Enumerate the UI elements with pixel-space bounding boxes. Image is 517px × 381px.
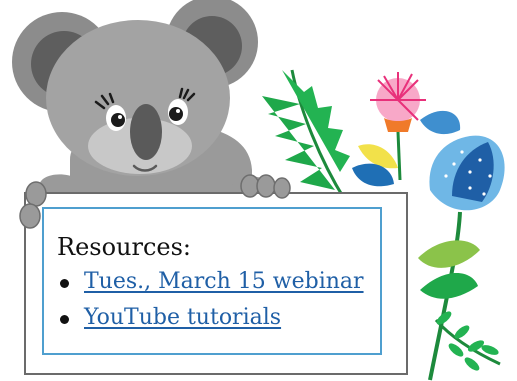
resources-link-list: Tues., March 15 webinar YouTube tutorial… [60, 271, 364, 343]
bullet-icon [60, 279, 69, 288]
resources-card: Resources: Tues., March 15 webinar YouTu… [0, 0, 517, 381]
bullet-icon [60, 315, 69, 324]
list-item: YouTube tutorials [60, 307, 364, 343]
youtube-tutorials-link[interactable]: YouTube tutorials [84, 305, 281, 330]
webinar-link[interactable]: Tues., March 15 webinar [84, 269, 364, 294]
resources-heading: Resources: [57, 233, 192, 261]
resources-sign: Resources: Tues., March 15 webinar YouTu… [24, 192, 408, 375]
koala-mascot [12, 0, 274, 206]
list-item: Tues., March 15 webinar [60, 271, 364, 307]
sign-inner-frame: Resources: Tues., March 15 webinar YouTu… [42, 207, 382, 355]
